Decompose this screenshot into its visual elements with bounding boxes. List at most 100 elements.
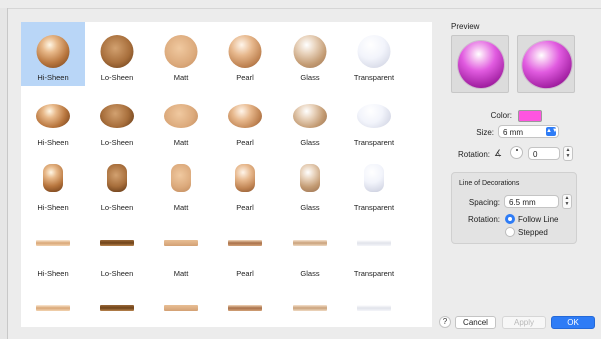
cancel-button[interactable]: Cancel bbox=[455, 316, 496, 329]
stepped-label: Stepped bbox=[518, 228, 548, 237]
bead-style-cell[interactable]: Lo-Sheen bbox=[85, 152, 149, 216]
bead-strip-thumbnail bbox=[100, 305, 134, 311]
bead-style-label: Lo-Sheen bbox=[100, 269, 134, 278]
bead-style-label: Matt bbox=[173, 138, 189, 147]
bead-style-cell[interactable] bbox=[149, 283, 213, 327]
apply-button[interactable]: Apply bbox=[502, 316, 546, 329]
angle-icon: ∡ bbox=[494, 148, 503, 158]
bead-style-label: Glass bbox=[300, 203, 320, 212]
bead-style-label: Hi-Sheen bbox=[37, 138, 69, 147]
bead-style-label: Lo-Sheen bbox=[100, 73, 134, 82]
bead-strip-thumbnail bbox=[293, 305, 327, 311]
bead-style-cell[interactable]: Transparent bbox=[342, 152, 406, 216]
spacing-field[interactable]: 6.5 mm bbox=[504, 195, 559, 208]
spacing-stepper[interactable]: ▲ ▼ bbox=[562, 194, 572, 209]
bead-style-cell[interactable] bbox=[21, 283, 85, 327]
bead-style-label: Pearl bbox=[236, 73, 254, 82]
bead-style-cell[interactable]: Glass bbox=[278, 218, 342, 282]
follow-line-radio[interactable] bbox=[505, 214, 515, 224]
bead-style-cell[interactable]: Hi-Sheen bbox=[21, 87, 85, 151]
bead-strip-thumbnail bbox=[164, 240, 198, 246]
rotation-value: 0 bbox=[533, 150, 538, 159]
bead-style-cell[interactable]: Lo-Sheen bbox=[85, 87, 149, 151]
stepped-radio[interactable] bbox=[505, 227, 515, 237]
bead-style-cell[interactable]: Matt bbox=[149, 218, 213, 282]
bead-style-cell[interactable]: Hi-Sheen bbox=[21, 152, 85, 216]
bead-style-label: Hi-Sheen bbox=[37, 203, 69, 212]
bead-style-cell[interactable] bbox=[342, 283, 406, 327]
bead-thumbnail bbox=[107, 164, 127, 192]
size-popup[interactable]: 6 mm ▲▼ bbox=[498, 125, 559, 138]
bead-style-cell[interactable] bbox=[85, 283, 149, 327]
bead-style-cell[interactable]: Pearl bbox=[213, 87, 277, 151]
bead-style-cell[interactable]: Pearl bbox=[213, 22, 277, 86]
bead-style-grid[interactable]: Hi-Sheen Lo-Sheen Matt Pearl Glass Transparen… bbox=[21, 22, 432, 327]
bead-style-label: Lo-Sheen bbox=[100, 203, 134, 212]
bead-style-label: Matt bbox=[173, 73, 189, 82]
ok-button[interactable]: OK bbox=[551, 316, 595, 329]
bead-style-label: Transparent bbox=[353, 73, 395, 82]
bead-style-cell[interactable]: Lo-Sheen bbox=[85, 218, 149, 282]
bead-style-label: Transparent bbox=[353, 269, 395, 278]
color-swatch[interactable] bbox=[518, 110, 542, 122]
rotation-stepper[interactable]: ▲ ▼ bbox=[563, 146, 573, 161]
bead-style-cell[interactable]: Glass bbox=[278, 87, 342, 151]
bead-style-cell[interactable]: Glass bbox=[278, 152, 342, 216]
bead-style-label: Glass bbox=[300, 269, 320, 278]
size-label: Size: bbox=[476, 128, 494, 137]
bead-style-label: Pearl bbox=[236, 203, 254, 212]
bead-style-label: Transparent bbox=[353, 138, 395, 147]
bead-style-label: Transparent bbox=[353, 203, 395, 212]
knob-marker bbox=[516, 149, 518, 151]
bead-thumbnail bbox=[228, 35, 262, 68]
bead-style-cell[interactable]: Matt bbox=[149, 22, 213, 86]
bead-thumbnail bbox=[36, 35, 70, 68]
bead-style-cell[interactable] bbox=[213, 283, 277, 327]
bead-style-cell[interactable]: Pearl bbox=[213, 152, 277, 216]
bead-style-cell[interactable]: Lo-Sheen bbox=[85, 22, 149, 86]
bead-style-cell[interactable]: Glass bbox=[278, 22, 342, 86]
bead-thumbnail bbox=[43, 164, 63, 192]
bead-strip-thumbnail bbox=[36, 240, 70, 246]
bead-thumbnail bbox=[357, 104, 391, 128]
left-window-edge bbox=[0, 8, 8, 339]
bead-thumbnail bbox=[235, 164, 255, 192]
bead-thumbnail bbox=[228, 104, 262, 128]
bead-style-cell[interactable]: Transparent bbox=[342, 22, 406, 86]
bead-thumbnail bbox=[357, 35, 391, 68]
bead-strip-thumbnail bbox=[357, 305, 391, 311]
bead-style-cell[interactable]: Transparent bbox=[342, 87, 406, 151]
bead-strip-thumbnail bbox=[228, 305, 262, 311]
bead-thumbnail bbox=[293, 35, 327, 68]
bead-style-cell[interactable]: Transparent bbox=[342, 218, 406, 282]
spacing-value: 6.5 mm bbox=[509, 198, 536, 207]
bead-style-cell[interactable]: Hi-Sheen bbox=[21, 218, 85, 282]
bead-style-cell[interactable] bbox=[278, 283, 342, 327]
follow-line-label: Follow Line bbox=[518, 215, 559, 224]
bead-thumbnail bbox=[364, 164, 384, 192]
spacing-label: Spacing: bbox=[468, 198, 500, 207]
bead-style-label: Hi-Sheen bbox=[37, 73, 69, 82]
bead-style-label: Glass bbox=[300, 73, 320, 82]
bead-thumbnail bbox=[100, 104, 134, 128]
bead-style-cell[interactable]: Pearl bbox=[213, 218, 277, 282]
bead-thumbnail bbox=[293, 104, 327, 128]
bead-strip-thumbnail bbox=[164, 305, 198, 311]
bead-style-label: Lo-Sheen bbox=[100, 138, 134, 147]
preview-title: Preview bbox=[451, 22, 480, 31]
bead-style-label: Glass bbox=[300, 138, 320, 147]
line-rotation-label: Rotation: bbox=[467, 215, 500, 224]
rotation-field[interactable]: 0 bbox=[528, 147, 560, 160]
preview-angled bbox=[516, 34, 578, 95]
rotation-knob[interactable] bbox=[510, 146, 523, 159]
bead-thumbnail bbox=[171, 164, 191, 192]
bead-style-cell[interactable]: Hi-Sheen bbox=[21, 22, 85, 86]
bead-style-cell[interactable]: Matt bbox=[149, 87, 213, 151]
bead-thumbnail bbox=[36, 104, 70, 128]
bead-style-label: Pearl bbox=[236, 138, 254, 147]
help-button[interactable]: ? bbox=[439, 316, 451, 328]
line-of-decorations-title: Line of Decorations bbox=[459, 180, 520, 187]
preview-front bbox=[451, 35, 509, 93]
bead-style-cell[interactable]: Matt bbox=[149, 152, 213, 216]
bead-style-label: Matt bbox=[173, 269, 189, 278]
